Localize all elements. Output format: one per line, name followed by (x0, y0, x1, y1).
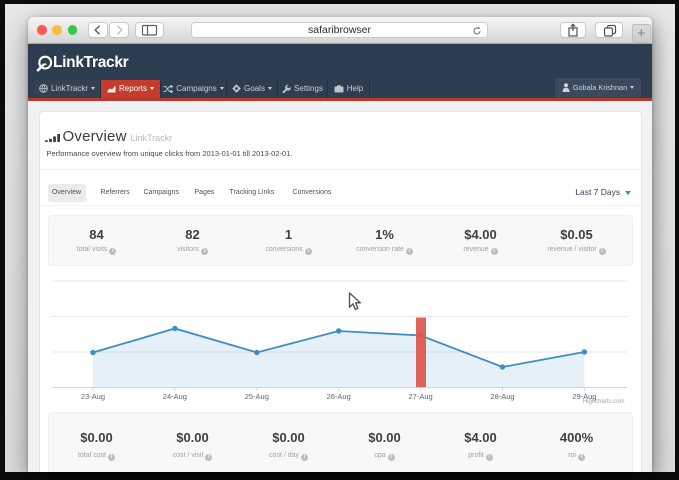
svg-text:28-Aug: 28-Aug (490, 392, 514, 401)
svg-text:23-Aug: 23-Aug (80, 392, 104, 401)
svg-text:27-Aug: 27-Aug (408, 392, 432, 401)
svg-text:26-Aug: 26-Aug (326, 392, 350, 401)
svg-text:25-Aug: 25-Aug (244, 392, 268, 401)
svg-text:24-Aug: 24-Aug (162, 392, 186, 401)
